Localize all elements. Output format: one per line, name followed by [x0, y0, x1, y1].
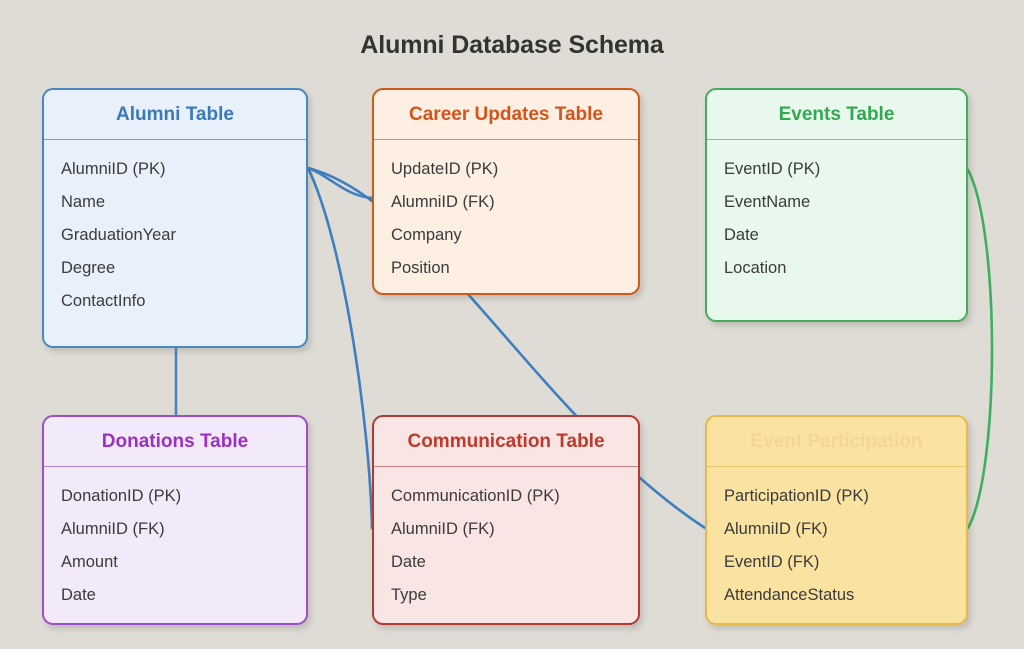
entity-fields-communication: CommunicationID (PK) AlumniID (FK) Date Typ…	[374, 467, 638, 622]
field-row: AlumniID (PK)	[61, 160, 166, 178]
entity-communication[interactable]: Communication Table CommunicationID (PK) A…	[372, 415, 640, 625]
field-row: EventID (FK)	[724, 553, 820, 571]
relationship-alumni-to-communication	[306, 166, 374, 530]
entity-title-alumni: Alumni Table	[44, 90, 306, 140]
entity-event_participation[interactable]: Event Participation ParticipationID (PK) A…	[705, 415, 968, 625]
entity-title-events: Events Table	[707, 90, 966, 140]
entity-fields-career_updates: UpdateID (PK) AlumniID (FK) Company Positio…	[374, 140, 638, 293]
field-row: Position	[391, 259, 450, 277]
relationship-events-to-event-participation	[966, 168, 994, 530]
field-row: Company	[391, 226, 462, 244]
entity-fields-donations: DonationID (PK) AlumniID (FK) Amount Date	[44, 467, 306, 622]
field-row: CommunicationID (PK)	[391, 487, 560, 505]
entity-title-communication: Communication Table	[374, 417, 638, 467]
entity-fields-event_participation: ParticipationID (PK) AlumniID (FK) EventID…	[707, 467, 966, 622]
entity-career_updates[interactable]: Career Updates Table UpdateID (PK) AlumniI…	[372, 88, 640, 295]
entity-donations[interactable]: Donations Table DonationID (PK) AlumniID (…	[42, 415, 308, 625]
field-row: Type	[391, 586, 427, 604]
field-row: Name	[61, 193, 106, 211]
entity-title-event_participation: Event Participation	[707, 417, 966, 467]
field-row: GraduationYear	[61, 226, 176, 244]
page-title: Alumni Database Schema	[360, 31, 664, 59]
relationship-alumni-to-career-updates	[306, 166, 374, 200]
field-row: Date	[61, 586, 96, 604]
field-row: Degree	[61, 259, 116, 277]
field-row: ContactInfo	[61, 292, 146, 310]
field-row: Location	[724, 259, 787, 277]
field-row: Date	[391, 553, 426, 571]
entity-events[interactable]: Events Table EventID (PK) EventName Date Loc…	[705, 88, 968, 322]
entity-fields-events: EventID (PK) EventName Date Location	[707, 140, 966, 295]
field-row: Amount	[61, 553, 118, 571]
field-row: EventName	[724, 193, 811, 211]
field-row: EventID (PK)	[724, 160, 821, 178]
field-row: AttendanceStatus	[724, 586, 855, 604]
schema-diagram-canvas: Alumni Database Schema Alumni Table Alumn…	[0, 0, 1024, 649]
field-row: UpdateID (PK)	[391, 160, 499, 178]
entity-alumni[interactable]: Alumni Table AlumniID (PK) Name GraduationY…	[42, 88, 308, 348]
field-row: AlumniID (FK)	[391, 193, 495, 211]
entity-fields-alumni: AlumniID (PK) Name GraduationYear Degree Con…	[44, 140, 306, 328]
field-row: AlumniID (FK)	[61, 520, 165, 538]
field-row: ParticipationID (PK)	[724, 487, 869, 505]
entity-title-career_updates: Career Updates Table	[374, 90, 638, 140]
field-row: AlumniID (FK)	[724, 520, 828, 538]
entity-title-donations: Donations Table	[44, 417, 306, 467]
field-row: Date	[724, 226, 759, 244]
field-row: DonationID (PK)	[61, 487, 182, 505]
field-row: AlumniID (FK)	[391, 520, 495, 538]
